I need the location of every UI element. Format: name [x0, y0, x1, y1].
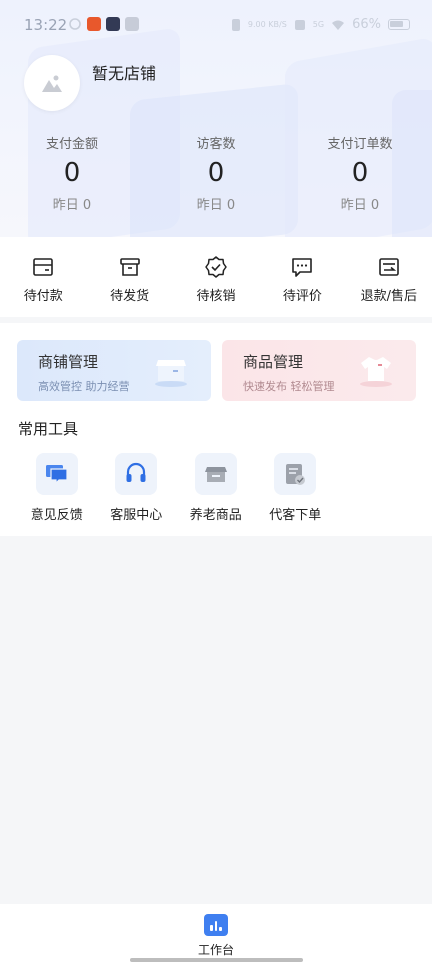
battery-icon [388, 19, 410, 30]
order-label: 待核销 [196, 289, 236, 304]
stat-value: 0 [207, 158, 225, 188]
stat-yesterday: 昨日 0 [196, 198, 236, 213]
stat-label: 支付订单数 [327, 137, 393, 152]
refund-icon [379, 258, 399, 276]
bar-chart-icon [204, 914, 228, 936]
tab-label: 工作台 [197, 943, 234, 957]
tool-elderly-goods[interactable]: 养老商品 [176, 453, 256, 523]
stat-label: 支付金额 [45, 137, 98, 152]
sync-icon [69, 18, 81, 30]
stat-label: 访客数 [196, 137, 236, 152]
order-label: 待付款 [23, 289, 63, 304]
store-avatar[interactable] [24, 55, 80, 111]
goods-management-card[interactable]: 商品管理 快速发布 轻松管理 [222, 340, 416, 401]
tool-label: 意见反馈 [30, 508, 83, 523]
tool-icon-box [274, 453, 317, 495]
tool-label: 代客下单 [269, 508, 322, 523]
order-label: 待发货 [110, 289, 150, 304]
notification-icons [68, 17, 139, 31]
image-placeholder-icon [42, 75, 62, 92]
status-bar: 13:22 9.00 KB/S 5G 66% [0, 0, 432, 50]
status-time: 13:22 [24, 16, 68, 34]
stat-payment-amount[interactable]: 支付金额 0 昨日 0 [0, 133, 144, 213]
order-pending-payment[interactable]: 待付款 [0, 237, 86, 317]
network-speed: 9.00 KB/S [247, 19, 287, 29]
tool-icon-box [194, 453, 237, 495]
wallet-icon [33, 258, 54, 276]
main-panel: 商铺管理 高效管控 助力经营 商品管理 快速发布 轻松管理 常用工具 意见反馈 [0, 323, 432, 536]
tool-icon-box [115, 453, 158, 495]
system-icons: 9.00 KB/S 5G 66% [231, 17, 410, 32]
video-app-icon [106, 17, 120, 31]
stat-value: 0 [63, 158, 81, 188]
order-label: 待评价 [282, 289, 322, 304]
tool-label: 客服中心 [110, 508, 163, 523]
stat-visitors[interactable]: 访客数 0 昨日 0 [144, 133, 288, 213]
box-icon [119, 258, 140, 276]
tools-section-title: 常用工具 [18, 420, 79, 438]
app-notification-icon [87, 17, 101, 31]
order-pending-verification[interactable]: 待核销 [173, 237, 259, 317]
stat-yesterday: 昨日 0 [52, 198, 92, 213]
order-status-bar: 待付款 待发货 待核销 待评价 退款/售后 [0, 237, 432, 317]
gallery-notification-icon [125, 17, 139, 31]
tool-label: 养老商品 [189, 508, 242, 523]
stat-paid-orders[interactable]: 支付订单数 0 昨日 0 [288, 133, 432, 213]
stat-yesterday: 昨日 0 [340, 198, 380, 213]
comment-icon [292, 258, 313, 277]
signal-label: 5G [312, 20, 325, 29]
order-form-icon [286, 464, 306, 485]
store-awning-icon [204, 467, 227, 482]
order-pending-shipment[interactable]: 待发货 [86, 237, 172, 317]
order-pending-review[interactable]: 待评价 [259, 237, 345, 317]
tab-workbench[interactable]: 工作台 [186, 914, 246, 958]
tshirt-icon [360, 357, 392, 387]
store-name[interactable]: 暂无店铺 [92, 60, 156, 84]
headset-icon [126, 462, 146, 482]
order-refund-aftersale[interactable]: 退款/售后 [346, 237, 432, 317]
shop-management-card[interactable]: 商铺管理 高效管控 助力经营 [17, 340, 211, 401]
nfc-icon [294, 19, 305, 30]
verify-badge-icon [205, 256, 227, 278]
dashboard-header: 13:22 9.00 KB/S 5G 66% 暂无店铺 支付金额 0 昨日 0 [0, 0, 432, 237]
feedback-chat-icon [45, 465, 68, 485]
tool-feedback[interactable]: 意见反馈 [17, 453, 97, 523]
vibrate-icon [231, 18, 240, 31]
tools-grid: 意见反馈 客服中心 养老商品 代客下单 [17, 453, 335, 523]
battery-percent: 66% [352, 17, 381, 32]
tool-customer-service[interactable]: 客服中心 [97, 453, 177, 523]
home-indicator[interactable] [130, 958, 303, 962]
tool-proxy-order[interactable]: 代客下单 [256, 453, 336, 523]
order-label: 退款/售后 [360, 289, 418, 304]
bottom-tab-bar: 工作台 [0, 904, 432, 964]
tool-icon-box [35, 453, 78, 495]
stat-value: 0 [351, 158, 369, 188]
storefront-icon [155, 360, 187, 387]
stats-row: 支付金额 0 昨日 0 访客数 0 昨日 0 支付订单数 0 昨日 0 [0, 133, 432, 213]
wifi-icon [332, 20, 345, 30]
